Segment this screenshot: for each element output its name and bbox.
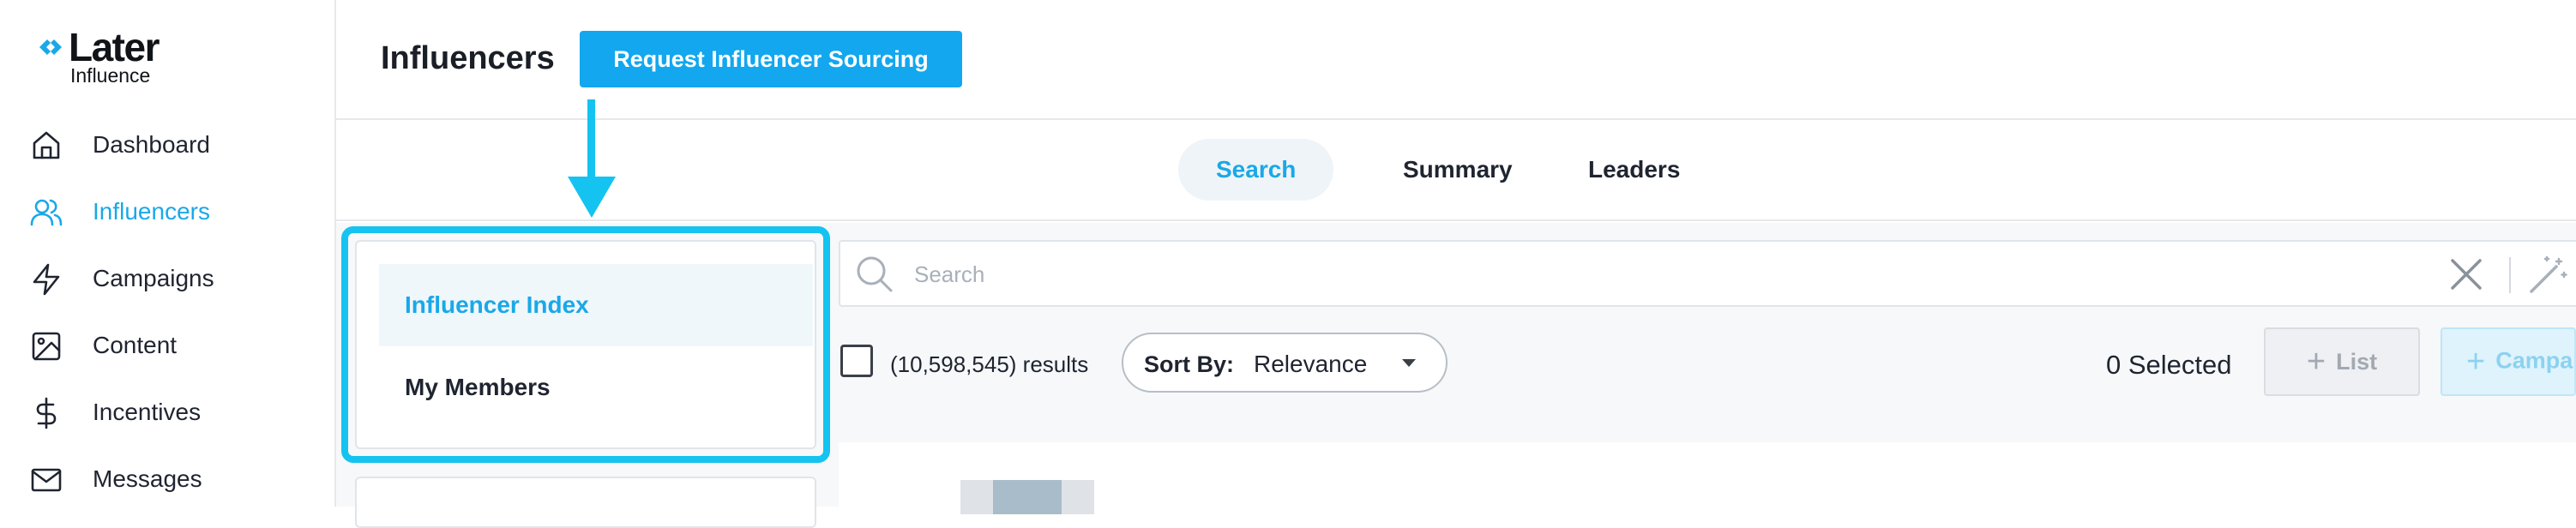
selected-count: 0 Selected — [2106, 350, 2232, 380]
search-icon — [857, 256, 893, 292]
logo-subtitle: Influence — [70, 64, 151, 87]
sort-label: Sort By: — [1144, 351, 1235, 377]
add-to-list-button[interactable]: + List — [2264, 327, 2420, 396]
search-input[interactable] — [914, 250, 2372, 298]
plus-icon: + — [2306, 344, 2326, 380]
sidebar-item-campaigns[interactable]: Campaigns — [0, 245, 334, 312]
sidebar-item-label: Messages — [93, 465, 202, 492]
results-list — [839, 442, 2576, 514]
mail-icon — [29, 463, 63, 497]
lightning-icon — [29, 262, 63, 297]
influencer-avatar[interactable] — [960, 480, 1094, 514]
search-divider — [2509, 257, 2511, 293]
avatar-image — [993, 480, 1062, 514]
sidebar-item-content[interactable]: Content — [0, 312, 334, 379]
sidebar-item-messages[interactable]: Messages — [0, 446, 334, 513]
results-toolbar: (10,598,545) results Sort By: Relevance … — [839, 326, 2576, 403]
tab-bar: Search Summary Leaders — [336, 120, 2576, 221]
sidebar: Later Influence Dashboard Influencers Ca… — [0, 0, 336, 507]
annotation-arrow-icon — [568, 99, 616, 218]
request-sourcing-button[interactable]: Request Influencer Sourcing — [580, 31, 962, 87]
add-to-campaign-button[interactable]: + Campaign — [2441, 327, 2576, 396]
sidebar-item-incentives[interactable]: Incentives — [0, 379, 334, 446]
tab-leaders[interactable]: Leaders — [1550, 139, 1718, 201]
sidebar-nav: Dashboard Influencers Campaigns Content … — [0, 111, 334, 513]
sidebar-item-label: Dashboard — [93, 131, 210, 158]
campaign-button-label: Campaign — [2495, 347, 2574, 374]
results-count: (10,598,545) results — [890, 351, 1089, 377]
plus-icon: + — [2466, 343, 2486, 380]
sort-value: Relevance — [1254, 351, 1368, 377]
dollar-icon — [29, 396, 63, 430]
tab-summary[interactable]: Summary — [1365, 139, 1550, 201]
page-header: Influencers Request Influencer Sourcing — [336, 0, 2576, 120]
select-all-checkbox[interactable] — [840, 345, 873, 377]
sidebar-item-label: Influencers — [93, 198, 210, 225]
users-icon — [29, 195, 63, 230]
tab-search[interactable]: Search — [1178, 139, 1334, 201]
sidebar-item-dashboard[interactable]: Dashboard — [0, 111, 334, 178]
later-logo-icon — [39, 39, 62, 55]
sidebar-item-influencers[interactable]: Influencers — [0, 178, 334, 245]
later-logo[interactable]: Later Influence — [36, 25, 225, 94]
magic-wand-icon[interactable] — [2526, 254, 2569, 297]
search-bar — [839, 240, 2576, 307]
sidebar-item-label: Incentives — [93, 399, 202, 425]
filter-panel-secondary — [355, 477, 816, 528]
home-icon — [29, 129, 63, 163]
sidebar-item-label: Content — [93, 332, 178, 358]
image-icon — [29, 329, 63, 363]
index-filter-panel: Influencer Index My Members — [355, 240, 816, 449]
filter-influencer-index[interactable]: Influencer Index — [379, 264, 813, 346]
close-icon[interactable] — [2447, 255, 2485, 293]
chevron-down-icon — [1402, 359, 1416, 367]
sort-dropdown[interactable]: Sort By: Relevance — [1122, 333, 1447, 393]
sidebar-item-label: Campaigns — [93, 265, 214, 291]
list-button-label: List — [2336, 348, 2378, 375]
page-title: Influencers — [381, 40, 555, 76]
filter-my-members[interactable]: My Members — [379, 346, 813, 429]
